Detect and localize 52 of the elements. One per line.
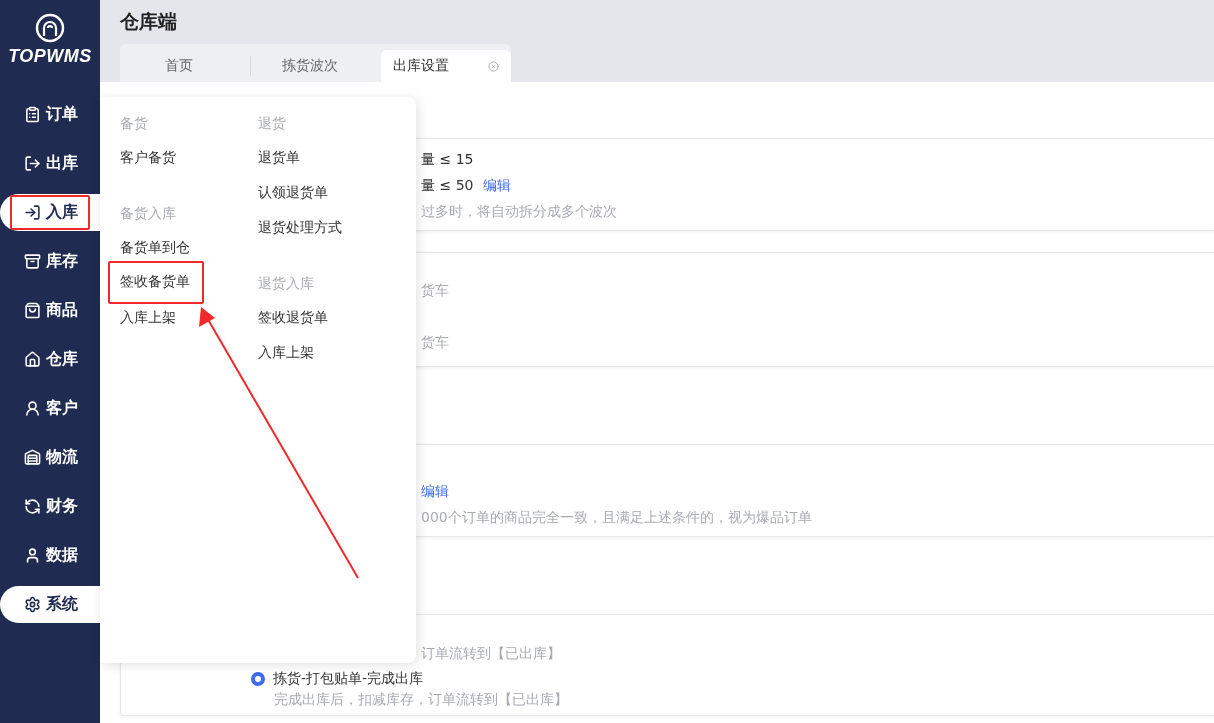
refresh-icon bbox=[24, 498, 41, 515]
nav-item[interactable]: 财务 bbox=[0, 488, 100, 525]
logo-icon bbox=[34, 12, 66, 44]
hint-text: 订单流转到【已出库】 bbox=[421, 645, 561, 663]
house-icon bbox=[24, 351, 41, 368]
nav-item[interactable]: 入库 bbox=[0, 194, 100, 231]
nav-item[interactable]: 库存 bbox=[0, 243, 100, 280]
nav-item[interactable]: 订单 bbox=[0, 96, 100, 133]
nav-item[interactable]: 系统 bbox=[0, 586, 100, 623]
nav-item[interactable]: 客户 bbox=[0, 390, 100, 427]
archive-icon bbox=[24, 253, 41, 270]
menu-group-title: 备货 bbox=[120, 114, 149, 133]
edit-link[interactable]: 编辑 bbox=[421, 483, 449, 501]
nav-item[interactable]: 仓库 bbox=[0, 341, 100, 378]
tab[interactable]: 出库设置 bbox=[381, 50, 511, 82]
hint-text: 过多时，将自动拆分成多个波次 bbox=[421, 203, 617, 221]
exit-icon bbox=[24, 155, 41, 172]
hint-text: 000个订单的商品完全一致，且满足上述条件的，视为爆品订单 bbox=[421, 509, 812, 527]
menu-item[interactable]: 入库上架 bbox=[258, 339, 314, 374]
nav-item[interactable]: 商品 bbox=[0, 292, 100, 329]
nav-item[interactable]: 物流 bbox=[0, 439, 100, 476]
bag-icon bbox=[24, 302, 41, 319]
menu-item[interactable]: 退货处理方式 bbox=[258, 214, 342, 249]
menu-item[interactable]: 客户备货 bbox=[120, 144, 176, 179]
hint-text: 完成出库后，扣减库存，订单流转到【已出库】 bbox=[274, 691, 569, 709]
warehouse-icon bbox=[24, 449, 41, 466]
page-title: 仓库端 bbox=[119, 9, 178, 34]
enter-icon bbox=[24, 204, 41, 221]
menu-item[interactable]: 退货单 bbox=[258, 144, 300, 179]
menu-group-title: 备货入库 bbox=[120, 204, 177, 223]
hint-text: 货车 bbox=[421, 282, 449, 300]
person-icon bbox=[24, 400, 41, 417]
tab[interactable]: 首页 bbox=[120, 50, 238, 82]
hint-text: 货车 bbox=[421, 334, 449, 352]
menu-group-title: 退货 bbox=[258, 114, 287, 133]
logo-text: TOPWMS bbox=[8, 46, 92, 67]
tab[interactable]: 拣货波次 bbox=[251, 50, 369, 82]
menu-item[interactable]: 认领退货单 bbox=[258, 179, 328, 214]
nav-item[interactable]: 数据 bbox=[0, 537, 100, 574]
list-icon bbox=[24, 106, 41, 123]
settings-icon bbox=[24, 596, 41, 613]
menu-group-title: 退货入库 bbox=[258, 274, 315, 293]
menu-item[interactable]: 签收备货单 bbox=[108, 261, 204, 304]
radio-button[interactable] bbox=[251, 672, 265, 686]
nav-item[interactable]: 出库 bbox=[0, 145, 100, 182]
setting-text: 量 ≤ 15 bbox=[421, 151, 474, 169]
menu-item[interactable]: 签收退货单 bbox=[258, 304, 328, 339]
menu-item[interactable]: 入库上架 bbox=[120, 304, 176, 339]
radio-label[interactable]: 拣货-打包贴单-完成出库 bbox=[273, 670, 424, 688]
person-icon bbox=[24, 547, 41, 564]
setting-text: 量 ≤ 50 bbox=[421, 177, 474, 195]
edit-link[interactable]: 编辑 bbox=[483, 177, 512, 195]
